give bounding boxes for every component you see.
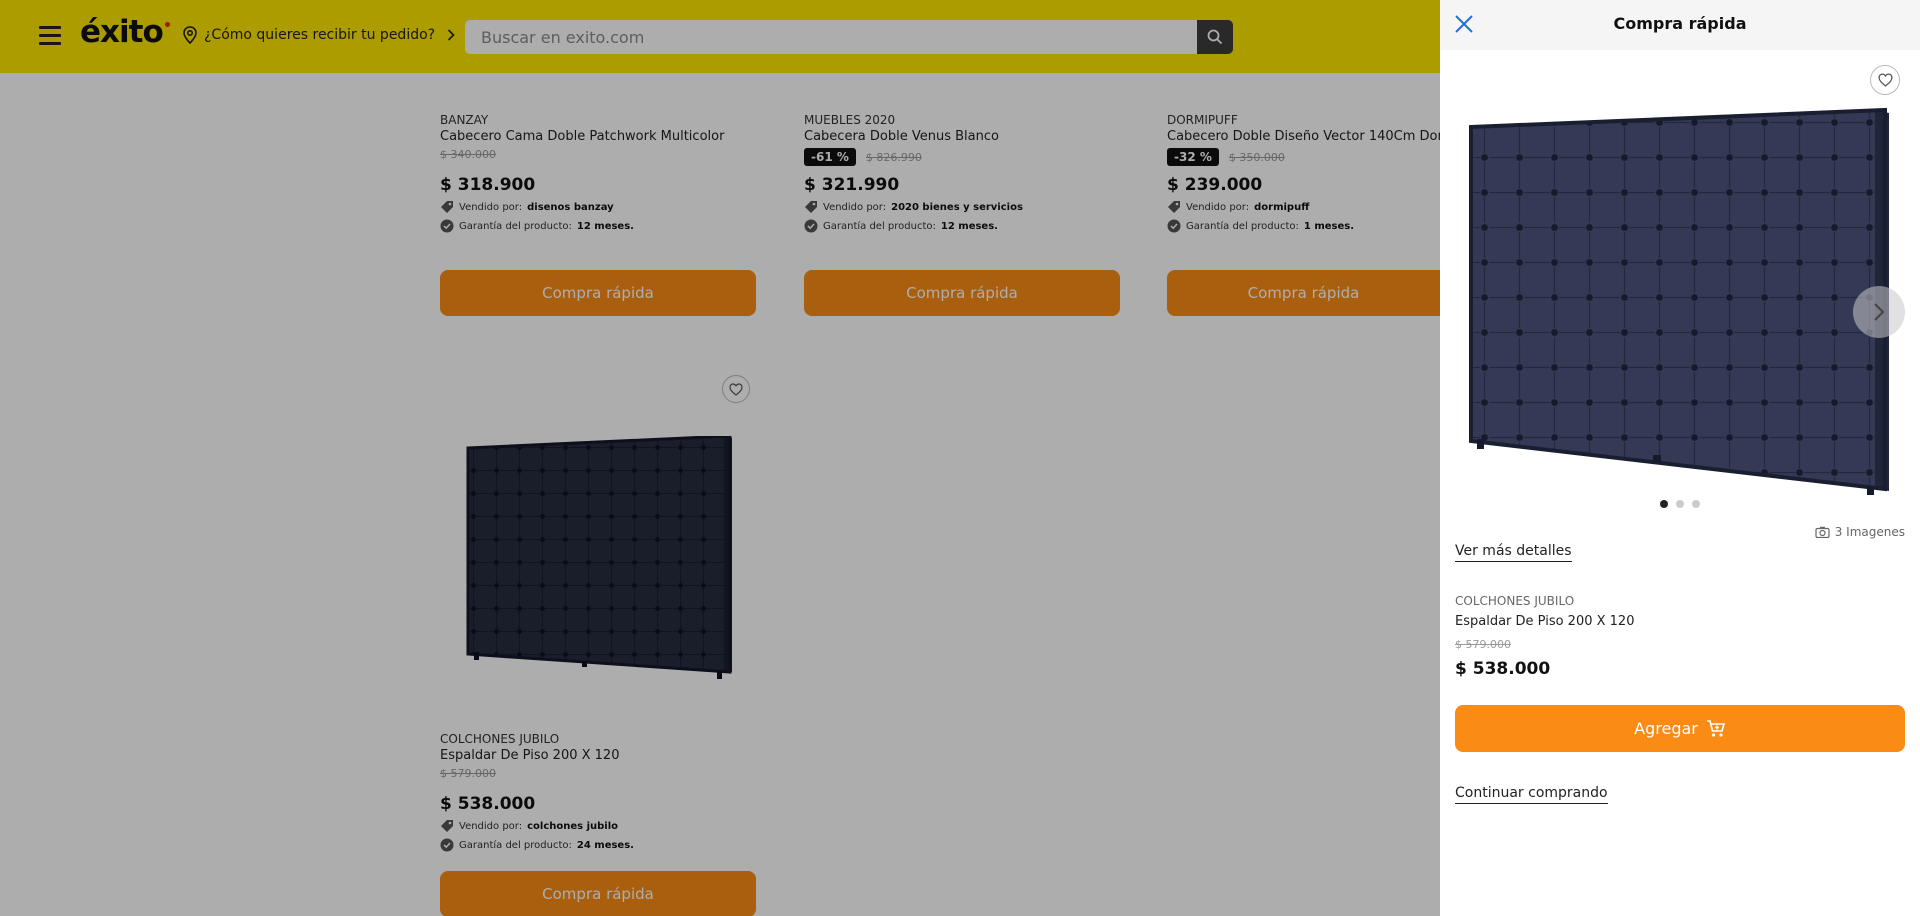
modal-backdrop[interactable] [0, 0, 1440, 916]
heart-icon [1877, 73, 1893, 87]
cart-icon [1706, 719, 1725, 737]
product-price: $ 538.000 [1455, 659, 1551, 679]
next-image-button[interactable] [1853, 286, 1905, 338]
product-brand: COLCHONES JUBILO [1455, 594, 1575, 608]
list-price: $ 579.000 [1455, 638, 1511, 651]
wishlist-button[interactable] [1870, 65, 1900, 95]
view-details-link[interactable]: Ver más detalles [1455, 543, 1572, 562]
chevron-right-icon [1874, 303, 1885, 321]
drawer-title: Compra rápida [1613, 14, 1747, 33]
image-pagination [1440, 500, 1920, 508]
add-to-cart-button[interactable]: Agregar [1455, 705, 1905, 752]
product-main-image[interactable] [1467, 105, 1895, 499]
pagination-dot[interactable] [1692, 500, 1700, 508]
pagination-dot[interactable] [1676, 500, 1684, 508]
camera-icon [1815, 526, 1830, 538]
image-count: 3 Imagenes [1815, 525, 1905, 539]
pagination-dot[interactable] [1660, 500, 1668, 508]
product-name: Espaldar De Piso 200 X 120 [1455, 614, 1635, 629]
continue-shopping-link[interactable]: Continuar comprando [1455, 785, 1608, 804]
quick-buy-drawer: Compra rápida 3 Imagenes Ver más detalle… [1440, 0, 1920, 916]
drawer-header: Compra rápida [1440, 0, 1920, 50]
